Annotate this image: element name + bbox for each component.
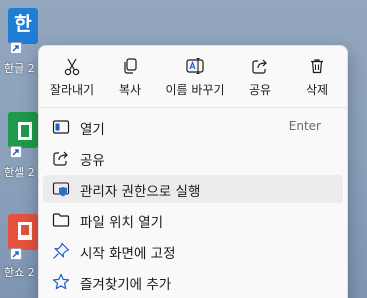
show-slide-icon [18, 222, 32, 240]
folder-icon [52, 213, 70, 227]
pin-icon [53, 242, 70, 259]
hangul-app-icon: 한 [8, 8, 38, 44]
open-icon [52, 120, 70, 134]
quick-actions-row: 잘라내기 복사 이름 바꾸기 공유 삭제 [39, 46, 347, 106]
share-icon [53, 151, 68, 166]
rename-button[interactable]: 이름 바꾸기 [159, 46, 231, 104]
menu-item-add-favorites[interactable]: 즐겨찾기에 추가 [43, 268, 343, 296]
share-quick-button[interactable]: 공유 [231, 46, 289, 104]
menu-item-open-location[interactable]: 파일 위치 열기 [43, 206, 343, 234]
share-icon [252, 59, 267, 74]
menu-item-label: 공유 [80, 153, 105, 169]
menu-item-label: 시작 화면에 고정 [80, 246, 176, 262]
share-quick-label: 공유 [248, 83, 272, 97]
copy-label: 복사 [118, 83, 142, 97]
shortcut-arrow-icon [10, 248, 22, 260]
rename-icon [186, 58, 204, 74]
delete-button[interactable]: 삭제 [289, 46, 345, 104]
menu-item-open[interactable]: 열기 Enter [43, 113, 343, 141]
delete-label: 삭제 [305, 83, 329, 97]
cut-label: 잘라내기 [49, 83, 95, 97]
menu-item-label: 열기 [80, 122, 105, 138]
cell-app-icon [8, 112, 38, 148]
shortcut-arrow-icon [10, 146, 22, 158]
desktop-icon-label: 한글 2 [4, 62, 35, 75]
desktop-icon-hangul[interactable]: 한 한글 2 [0, 4, 40, 75]
menu-item-label: 즐겨찾기에 추가 [80, 277, 172, 293]
desktop-icon-show[interactable]: 한쇼 2 [0, 210, 40, 290]
star-icon [52, 273, 70, 290]
copy-icon [124, 58, 137, 74]
menu-item-label: 파일 위치 열기 [80, 215, 164, 231]
menu-divider [39, 107, 347, 108]
desktop-icon-label: 한셀 2 [4, 166, 35, 179]
menu-item-share[interactable]: 공유 [43, 144, 343, 172]
show-app-icon [8, 214, 38, 250]
rename-label: 이름 바꾸기 [165, 83, 225, 97]
desktop-icon-cell[interactable]: 한셀 2 [0, 108, 40, 180]
copy-button[interactable]: 복사 [101, 46, 159, 104]
menu-item-shortcut: Enter [288, 119, 321, 133]
hangul-app-glyph: 한 [14, 13, 32, 35]
menu-item-label: 관리자 권한으로 실행 [80, 184, 201, 200]
cut-button[interactable]: 잘라내기 [43, 46, 101, 104]
scissors-icon [64, 58, 80, 76]
trash-icon [311, 59, 323, 74]
cell-grid-icon [18, 122, 32, 140]
menu-item-pin-start[interactable]: 시작 화면에 고정 [43, 237, 343, 265]
shortcut-arrow-icon [10, 42, 22, 54]
desktop-icon-label: 한쇼 2 [4, 266, 35, 279]
shield-icon [52, 182, 70, 197]
menu-item-run-as-admin[interactable]: 관리자 권한으로 실행 [43, 175, 343, 203]
context-menu: 잘라내기 복사 이름 바꾸기 공유 삭제 열기 Enter 공유 관리자 권한으… [38, 45, 348, 298]
